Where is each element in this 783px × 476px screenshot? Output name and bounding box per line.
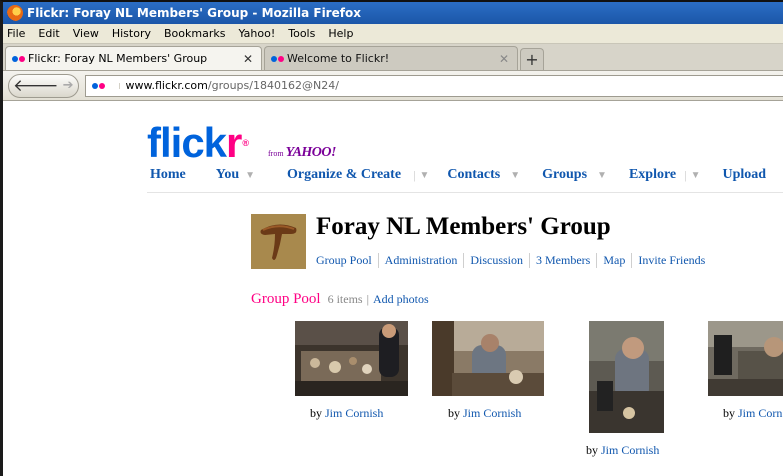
chevron-down-icon[interactable]: ▼ <box>419 170 429 181</box>
nav-explore[interactable]: Explore <box>629 167 676 183</box>
chevron-down-icon[interactable]: ▼ <box>597 170 607 181</box>
photo-caption-4: by Jim Corn <box>723 406 783 420</box>
menu-history[interactable]: History <box>112 27 151 40</box>
menu-file[interactable]: File <box>7 27 25 40</box>
from-yahoo-logo: from YAHOO! <box>268 145 336 160</box>
tab-label: Welcome to Flickr! <box>287 52 390 65</box>
flickr-logo[interactable]: flickr® <box>147 122 249 164</box>
pool-photo-2[interactable] <box>432 321 544 396</box>
author-link[interactable]: Jim Cornish <box>463 406 521 420</box>
pool-photo-4[interactable] <box>708 321 783 396</box>
pool-photo-1[interactable] <box>295 321 408 396</box>
author-link[interactable]: Jim Corn <box>738 406 782 420</box>
forward-arrow-icon[interactable]: ➔ <box>63 78 74 93</box>
url-bar[interactable]: www.flickr.com/groups/1840162@N24/ <box>84 74 783 97</box>
back-arrow-icon[interactable]: 🡐 <box>13 76 59 96</box>
tab-label: Flickr: Foray NL Members' Group <box>28 52 208 65</box>
nav-groups[interactable]: Groups <box>542 167 587 183</box>
pool-title[interactable]: Group Pool <box>251 291 321 307</box>
nav-home[interactable]: Home <box>150 167 186 183</box>
chevron-down-icon[interactable]: ▼ <box>691 170 701 181</box>
chevron-down-icon[interactable]: ▼ <box>245 170 255 181</box>
chevron-down-icon[interactable]: ▼ <box>510 170 520 181</box>
flickr-favicon-icon <box>271 55 284 62</box>
menu-yahoo[interactable]: Yahoo! <box>238 27 275 40</box>
link-group-pool[interactable]: Group Pool <box>316 253 379 268</box>
photo-caption-2: by Jim Cornish <box>448 406 522 420</box>
nav-organize[interactable]: Organize & Create <box>287 167 401 183</box>
group-avatar[interactable] <box>251 214 306 269</box>
link-members[interactable]: 3 Members <box>536 253 598 268</box>
browser-window: Flickr: Foray NL Members' Group - Mozill… <box>0 0 783 476</box>
tab-strip: Flickr: Foray NL Members' Group ✕ Welcom… <box>3 44 783 71</box>
title-bar: Flickr: Foray NL Members' Group - Mozill… <box>3 2 783 24</box>
pool-photo-3[interactable] <box>589 321 664 433</box>
nav-upload[interactable]: Upload <box>722 167 766 183</box>
main-nav: Home You ▼ Organize & Create | ▼ Contacts… <box>150 167 767 183</box>
menu-edit[interactable]: Edit <box>38 27 59 40</box>
link-map[interactable]: Map <box>603 253 633 268</box>
photo-caption-3: by Jim Cornish <box>586 443 660 457</box>
back-forward-buttons: 🡐 ➔ <box>8 73 79 98</box>
group-links: Group Pool Administration Discussion 3 M… <box>316 253 717 268</box>
window-title: Flickr: Foray NL Members' Group - Mozill… <box>27 6 361 20</box>
author-link[interactable]: Jim Cornish <box>601 443 659 457</box>
link-discussion[interactable]: Discussion <box>470 253 531 268</box>
menu-tools[interactable]: Tools <box>288 27 315 40</box>
nav-divider <box>147 192 783 193</box>
link-invite-friends[interactable]: Invite Friends <box>638 253 711 268</box>
tab-welcome-flickr[interactable]: Welcome to Flickr! ✕ <box>264 46 518 70</box>
site-identity-icon[interactable] <box>91 82 120 89</box>
close-tab-icon[interactable]: ✕ <box>499 52 509 66</box>
new-tab-button[interactable]: + <box>520 48 544 70</box>
menu-view[interactable]: View <box>73 27 99 40</box>
group-title: Foray NL Members' Group <box>316 213 611 240</box>
group-pool-header: Group Pool 6 items | Add photos <box>251 291 429 307</box>
menu-bookmarks[interactable]: Bookmarks <box>164 27 225 40</box>
menu-bar: File Edit View History Bookmarks Yahoo! … <box>3 24 783 44</box>
page-content: flickr® from YAHOO! Home You ▼ Organize &… <box>3 101 783 476</box>
tab-flickr-group[interactable]: Flickr: Foray NL Members' Group ✕ <box>5 46 262 70</box>
flickr-favicon-icon <box>12 55 25 62</box>
menu-help[interactable]: Help <box>328 27 353 40</box>
photo-caption-1: by Jim Cornish <box>310 406 384 420</box>
add-photos-link[interactable]: Add photos <box>373 292 429 306</box>
author-link[interactable]: Jim Cornish <box>325 406 383 420</box>
nav-you[interactable]: You <box>216 167 239 183</box>
link-administration[interactable]: Administration <box>385 253 465 268</box>
pool-count: 6 items <box>327 292 363 306</box>
close-tab-icon[interactable]: ✕ <box>243 52 253 66</box>
url-path: /groups/1840162@N24/ <box>207 79 339 92</box>
navigation-bar: 🡐 ➔ www.flickr.com/groups/1840162@N24/ <box>3 71 783 101</box>
url-host: www.flickr.com <box>125 79 208 92</box>
firefox-logo-icon <box>7 5 23 21</box>
nav-contacts[interactable]: Contacts <box>447 167 500 183</box>
